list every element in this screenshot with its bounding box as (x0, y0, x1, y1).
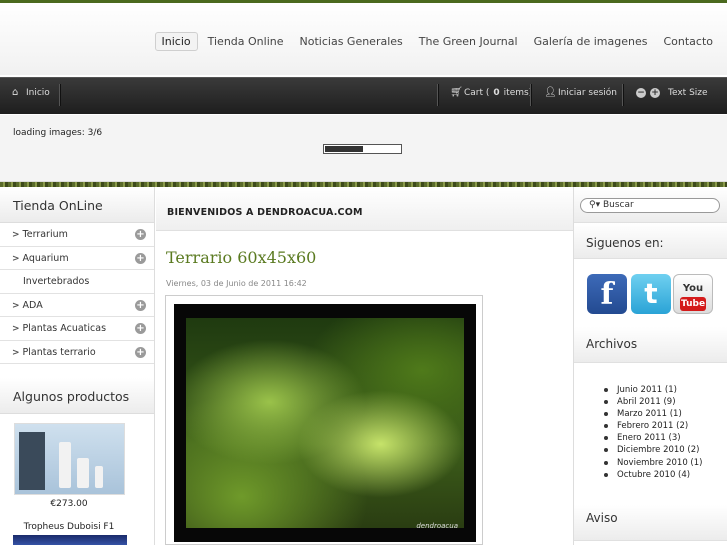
product-price: €273.00 (50, 499, 88, 509)
nav-inicio[interactable]: Inicio (154, 32, 198, 51)
loader-progress-bar (323, 144, 402, 154)
user-toolbar: ⌂ Inicio 🛒︎ Cart (0 items) 👤︎ Iniciar se… (0, 77, 727, 114)
decrease-text-icon[interactable]: − (636, 88, 646, 98)
toolbar-cart-link[interactable]: 🛒︎ Cart (0 items) (450, 87, 533, 99)
toolbar-login-link[interactable]: 👤︎ Iniciar sesión (544, 87, 618, 99)
shop-menu-item[interactable]: > ADA + (0, 294, 154, 317)
toolbar-divider (59, 84, 60, 106)
watermark-logo: dendroacua (416, 522, 458, 530)
archive-title: Archivos (586, 337, 638, 351)
welcome-heading: BIENVENIDOS A DENDROACUA.COM (156, 187, 573, 231)
shop-menu-label: Plantas Acuaticas (22, 323, 107, 334)
shop-menu-item[interactable]: Invertebrados (0, 270, 154, 294)
chevron-right-icon: > (12, 300, 20, 311)
main-content: BIENVENIDOS A DENDROACUA.COM Terrario 60… (156, 187, 573, 545)
product-box (19, 432, 45, 490)
product-image[interactable] (14, 423, 125, 495)
shop-menu-item[interactable]: > Aquarium + (0, 247, 154, 270)
left-sidebar: Tienda OnLine > Terrarium + > Aquarium + Inver… (0, 187, 155, 545)
toolbar-divider (437, 84, 438, 106)
chevron-right-icon: > (12, 230, 20, 240)
shop-menu-label: Plantas terrario (22, 346, 96, 358)
nav-galeria[interactable]: Galería de imagenes (526, 32, 656, 51)
nav-noticias-generales[interactable]: Noticias Generales (292, 32, 411, 51)
product-bottle (95, 466, 103, 488)
archive-item[interactable]: Octubre 2010 (4) (604, 469, 702, 481)
toolbar-divider (530, 84, 531, 106)
increase-text-icon[interactable]: + (650, 88, 660, 98)
image-loader: loading images: 3/6 (0, 115, 727, 182)
site-header: Inicio Tienda Online Noticias Generales … (0, 3, 727, 75)
notice-title: Aviso (586, 511, 618, 525)
facebook-icon[interactable]: f (587, 274, 627, 314)
toolbar-home-label: Inicio (26, 88, 50, 98)
archive-item[interactable]: Marzo 2011 (1) (604, 408, 702, 420)
archive-item[interactable]: Noviembre 2010 (1) (604, 457, 702, 469)
chevron-right-icon: > (12, 324, 20, 334)
product-name[interactable]: Tropheus Duboisi F1 (0, 522, 138, 532)
product-bottle (77, 458, 89, 488)
archive-item[interactable]: Enero 2011 (3) (604, 432, 702, 444)
shop-menu-item[interactable]: > Terrarium + (0, 223, 154, 247)
nav-tienda-online[interactable]: Tienda Online (200, 32, 292, 51)
archive-list: Junio 2011 (1) Abril 2011 (9) Marzo 2011 (… (604, 384, 702, 481)
loader-progress-fill (325, 146, 363, 152)
search-placeholder: Buscar (602, 200, 634, 210)
expand-plus-icon[interactable]: + (135, 299, 146, 311)
shop-menu-item[interactable]: > Plantas terrario + (0, 341, 154, 364)
search-input[interactable]: ⚲▾ Buscar (580, 198, 720, 213)
cart-count: 0 (493, 88, 500, 98)
expand-plus-icon[interactable]: + (135, 229, 146, 240)
youtube-icon[interactable]: You Tube (673, 274, 713, 314)
expand-plus-icon[interactable]: + (135, 323, 146, 334)
archive-item[interactable]: Abril 2011 (9) (604, 396, 702, 408)
nav-green-journal[interactable]: The Green Journal (411, 32, 526, 51)
expand-plus-icon[interactable]: + (135, 252, 146, 264)
youtube-you: You (682, 283, 704, 294)
text-size-control: − + Text Size (636, 88, 708, 98)
terrarium-photo[interactable]: dendroacua (174, 304, 476, 542)
toolbar-home-link[interactable]: ⌂ Inicio (12, 87, 50, 99)
archive-item[interactable]: Junio 2011 (1) (604, 384, 702, 396)
main-nav: Inicio Tienda Online Noticias Generales … (154, 32, 721, 51)
chevron-right-icon: > (12, 347, 20, 358)
shop-menu: > Terrarium + > Aquarium + Invertebrados > ADA + >… (0, 223, 154, 364)
follow-title: Siguenos en: (586, 236, 664, 250)
product-bottle (59, 442, 71, 488)
shop-menu-label: Terrarium (22, 229, 68, 240)
terrarium-tank (186, 318, 464, 528)
article-title[interactable]: Terrario 60x45x60 (166, 248, 316, 267)
right-sidebar: ⚲▾ Buscar Siguenos en: f t You Tube Archi… (573, 187, 727, 545)
archive-item[interactable]: Diciembre 2010 (2) (604, 444, 702, 456)
nav-contacto[interactable]: Contacto (655, 32, 721, 51)
shop-menu-item[interactable]: > Plantas Acuaticas + (0, 317, 154, 341)
shop-module-title: Tienda OnLine (0, 187, 154, 223)
twitter-glyph: t (644, 277, 658, 310)
products-module-title: Algunos productos (0, 378, 154, 414)
archive-item[interactable]: Febrero 2011 (2) (604, 420, 702, 432)
youtube-glyph: You Tube (674, 275, 712, 313)
toolbar-divider (622, 84, 623, 106)
shop-menu-label: Aquarium (22, 252, 69, 264)
cart-label-suffix: items) (503, 88, 533, 98)
expand-plus-icon[interactable]: + (135, 346, 146, 358)
shop-menu-label: ADA (22, 299, 43, 311)
search-icon: ⚲▾ (589, 200, 601, 210)
chevron-right-icon: > (12, 253, 20, 264)
article-date: Viernes, 03 de Junio de 2011 16:42 (166, 279, 307, 288)
youtube-tube: Tube (680, 297, 706, 311)
loader-status-text: loading images: 3/6 (13, 128, 103, 138)
product-image[interactable] (13, 535, 127, 545)
facebook-glyph: f (600, 277, 614, 312)
article-image-frame: dendroacua (165, 295, 483, 545)
cart-icon: 🛒︎ (450, 87, 463, 98)
user-icon: 👤︎ (544, 87, 557, 98)
cart-label-prefix: Cart ( (464, 88, 490, 98)
twitter-icon[interactable]: t (631, 274, 671, 314)
login-label: Iniciar sesión (558, 88, 618, 98)
shop-menu-label: Invertebrados (23, 276, 90, 287)
home-icon: ⌂ (12, 87, 19, 98)
text-size-label: Text Size (668, 88, 708, 98)
